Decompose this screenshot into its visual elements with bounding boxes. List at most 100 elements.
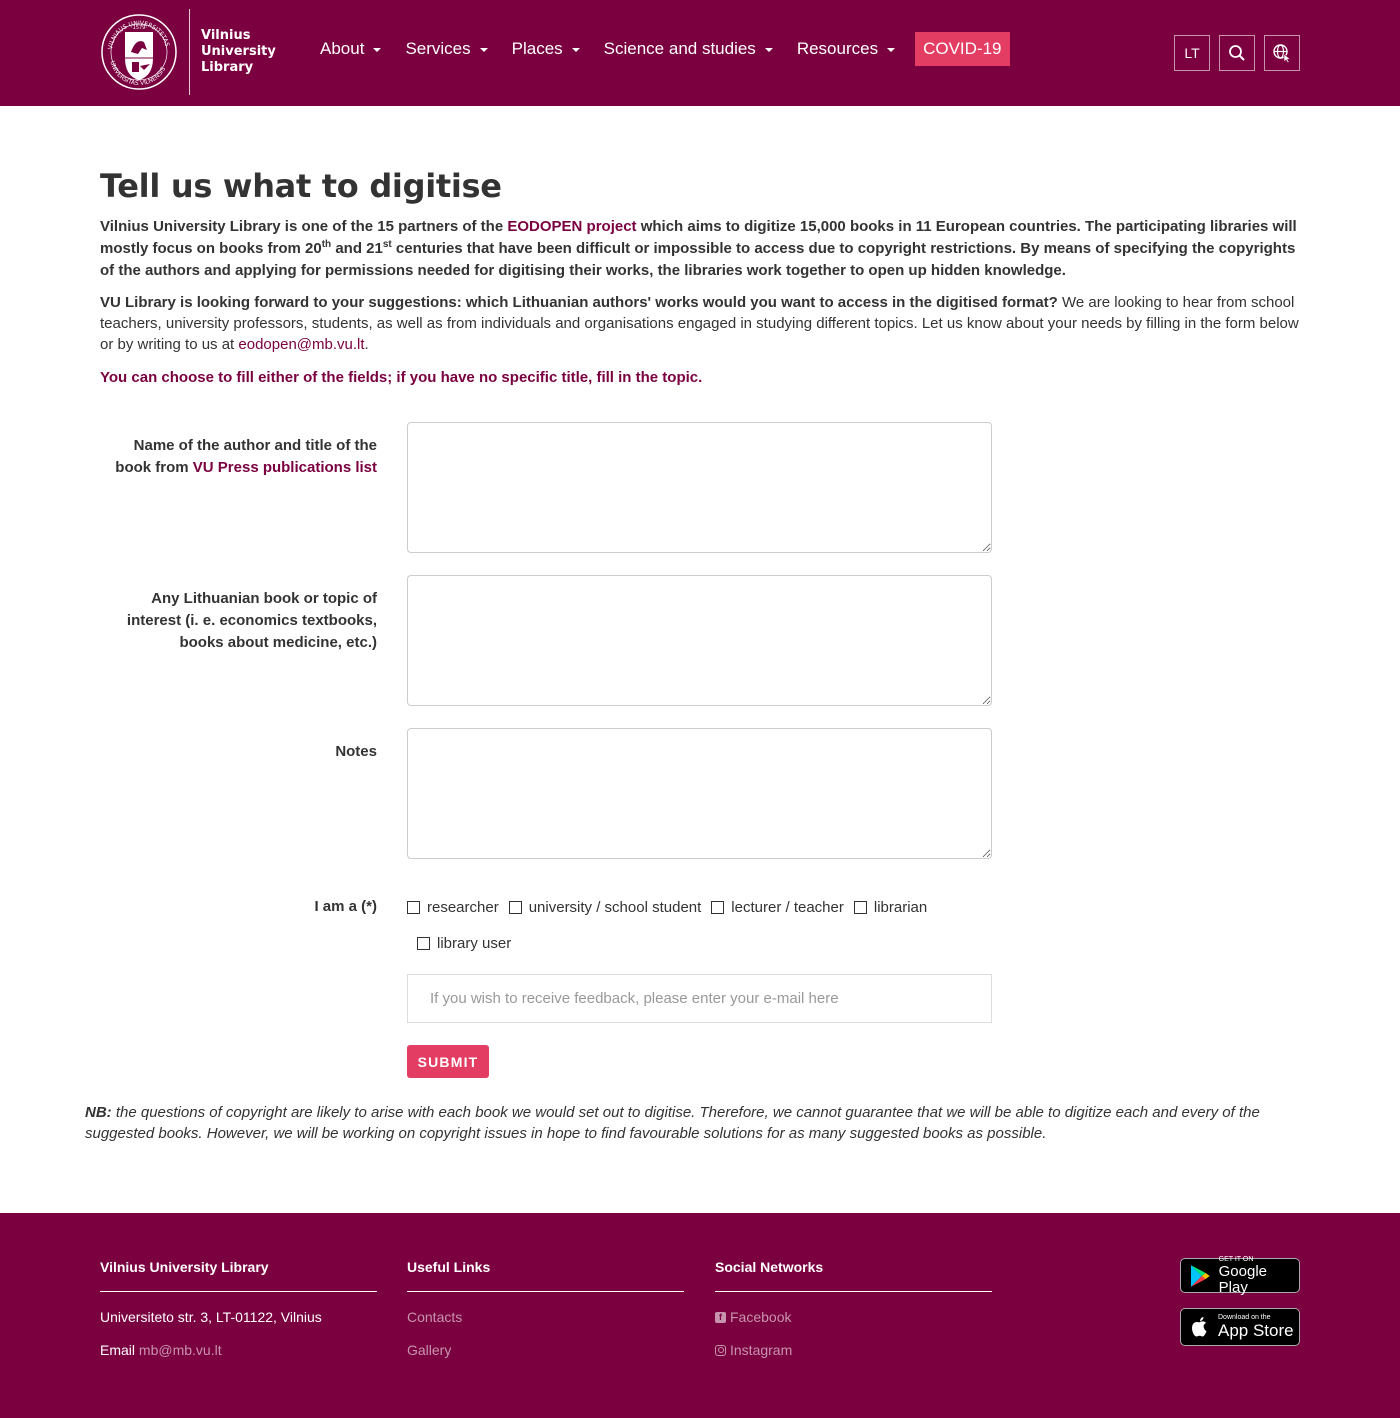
nav-label: Science and studies — [603, 39, 756, 58]
footer-heading: Useful Links — [407, 1258, 684, 1292]
role-checkboxes: researcher university / school student l… — [407, 897, 997, 917]
nav-covid-19[interactable]: COVID-19 — [915, 32, 1010, 66]
intro-text: Vilnius University Library is one of the… — [100, 218, 508, 235]
logo-line: Library — [201, 60, 254, 75]
nav-places[interactable]: Places — [500, 32, 592, 66]
email-label: Email — [100, 1342, 136, 1358]
footer-email-link[interactable]: mb@mb.vu.lt — [139, 1341, 222, 1359]
footer-col-library: Vilnius University Library Universiteto … — [100, 1258, 377, 1374]
app-store-text: Download on the App Store — [1218, 1314, 1294, 1340]
copyright-note: NB: the questions of copyright are likel… — [85, 1102, 1300, 1144]
footer-link-gallery[interactable]: Gallery — [407, 1341, 684, 1359]
eodopen-project-link[interactable]: EODOPEN project — [507, 218, 636, 235]
nav-services[interactable]: Services — [393, 32, 499, 66]
superscript: th — [321, 239, 332, 250]
badge-big-text: App Store — [1218, 1321, 1294, 1340]
vu-press-publications-link[interactable]: VU Press publications list — [193, 459, 377, 476]
topic-label: Any Lithuanian book or topic of interest… — [126, 590, 377, 651]
logo-line: University — [201, 44, 276, 59]
apple-icon — [1192, 1317, 1207, 1337]
suggestions-paragraph: VU Library is looking forward to your su… — [100, 292, 1300, 355]
footer-link-facebook[interactable]: f Facebook — [715, 1308, 992, 1326]
checkbox-label: university / school student — [528, 898, 702, 916]
role-label: I am a (*) — [314, 898, 377, 915]
notes-label: Notes — [335, 743, 377, 760]
role-checkbox-lecturer[interactable]: lecturer / teacher — [711, 897, 844, 917]
role-checkbox-researcher[interactable]: researcher — [407, 897, 499, 917]
badge-big-text: Google Play — [1218, 1262, 1268, 1296]
footer-heading: Vilnius University Library — [100, 1258, 377, 1292]
nav-label: Places — [511, 39, 563, 58]
globe-cursor-icon — [1273, 44, 1291, 63]
footer-address: Universiteto str. 3, LT-01122, Vilnius — [100, 1309, 322, 1325]
header-actions: LT — [1174, 35, 1300, 71]
role-checkbox-librarian[interactable]: librarian — [853, 897, 928, 917]
instagram-icon — [715, 1344, 726, 1356]
role-checkbox-student[interactable]: university / school student — [508, 897, 702, 917]
suggestion-form: Name of the author and title of the book… — [100, 422, 1300, 1078]
logo-divider — [189, 9, 190, 95]
main-content: Tell us what to digitise Vilnius Univers… — [0, 106, 1400, 1144]
intro-text: and 21 — [331, 240, 383, 257]
caret-down-icon — [479, 48, 488, 52]
superscript: st — [382, 239, 392, 250]
footer-link-contacts[interactable]: Contacts — [407, 1308, 684, 1326]
nav-science-and-studies[interactable]: Science and studies — [592, 32, 785, 66]
footer-col-social: Social Networks f Facebook Instagram — [715, 1258, 992, 1374]
checkbox[interactable] — [853, 900, 867, 914]
google-play-icon — [1190, 1264, 1210, 1287]
footer-email: Email mb@mb.vu.lt — [100, 1341, 377, 1359]
checkbox[interactable] — [711, 900, 725, 914]
author-title-label: Name of the author and title of the book… — [100, 422, 377, 553]
social-label: Instagram — [730, 1342, 793, 1358]
checkbox[interactable] — [508, 900, 522, 914]
form-row-author-title: Name of the author and title of the book… — [100, 422, 1300, 553]
caret-down-icon — [764, 48, 773, 52]
accessibility-button[interactable] — [1264, 35, 1300, 71]
notes-textarea[interactable] — [407, 728, 992, 859]
intro-paragraph: Vilnius University Library is one of the… — [100, 216, 1300, 282]
checkbox[interactable] — [407, 900, 420, 914]
nav-label: Services — [405, 39, 471, 58]
nav-about[interactable]: About — [308, 32, 393, 66]
note-label: NB: — [85, 1104, 112, 1121]
footer-col-links: Useful Links Contacts Gallery — [407, 1258, 684, 1374]
checkbox-label: researcher — [427, 898, 499, 916]
search-icon — [1229, 45, 1245, 61]
suggestions-text: . — [364, 336, 369, 353]
author-title-textarea[interactable] — [407, 422, 992, 553]
checkbox[interactable] — [417, 936, 430, 950]
email-placeholder: If you wish to receive feedback, please … — [430, 990, 839, 1007]
footer-link-instagram[interactable]: Instagram — [715, 1341, 992, 1359]
caret-down-icon — [887, 48, 896, 52]
facebook-icon: f — [715, 1311, 726, 1323]
form-row-notes: Notes — [100, 728, 1300, 859]
site-footer: Vilnius University Library Universiteto … — [0, 1213, 1400, 1418]
google-play-text: GET IT ON Google Play — [1219, 1256, 1299, 1296]
note-text: the questions of copyright are likely to… — [85, 1104, 1260, 1142]
checkbox-label: librarian — [873, 898, 928, 916]
nav-resources[interactable]: Resources — [785, 32, 907, 66]
role-checkbox-library-user[interactable]: library user — [417, 933, 1290, 953]
search-button[interactable] — [1219, 35, 1255, 71]
form-notice: You can choose to fill either of the fie… — [100, 369, 703, 386]
suggestions-lead: VU Library is looking forward to your su… — [100, 294, 1058, 311]
form-row-topic: Any Lithuanian book or topic of interest… — [100, 575, 1300, 706]
footer-heading: Social Networks — [715, 1258, 992, 1292]
main-nav: About Services Places Science and studie… — [308, 32, 1010, 66]
app-store-badge[interactable]: Download on the App Store — [1180, 1308, 1300, 1346]
site-header: VILNIAUS UNIVERSITETAS UNIVERSITAS VILNE… — [0, 0, 1400, 106]
google-play-badge[interactable]: GET IT ON Google Play — [1180, 1256, 1300, 1296]
checkbox-label: library user — [437, 934, 512, 952]
svg-text:·1579·: ·1579· — [131, 25, 147, 31]
university-seal-icon: VILNIAUS UNIVERSITETAS UNIVERSITAS VILNE… — [100, 8, 178, 96]
feedback-email-input[interactable]: If you wish to receive feedback, please … — [407, 974, 992, 1023]
topic-textarea[interactable] — [407, 575, 992, 706]
submit-button[interactable]: SUBMIT — [407, 1045, 489, 1078]
page-title: Tell us what to digitise — [100, 167, 502, 205]
site-logo[interactable]: VILNIAUS UNIVERSITETAS UNIVERSITAS VILNE… — [100, 8, 276, 96]
social-label: Facebook — [730, 1309, 792, 1325]
language-switch-button[interactable]: LT — [1174, 35, 1210, 71]
contact-email-link[interactable]: eodopen@mb.vu.lt — [238, 336, 364, 353]
role-row: I am a (*) researcher university / schoo… — [100, 897, 1300, 917]
